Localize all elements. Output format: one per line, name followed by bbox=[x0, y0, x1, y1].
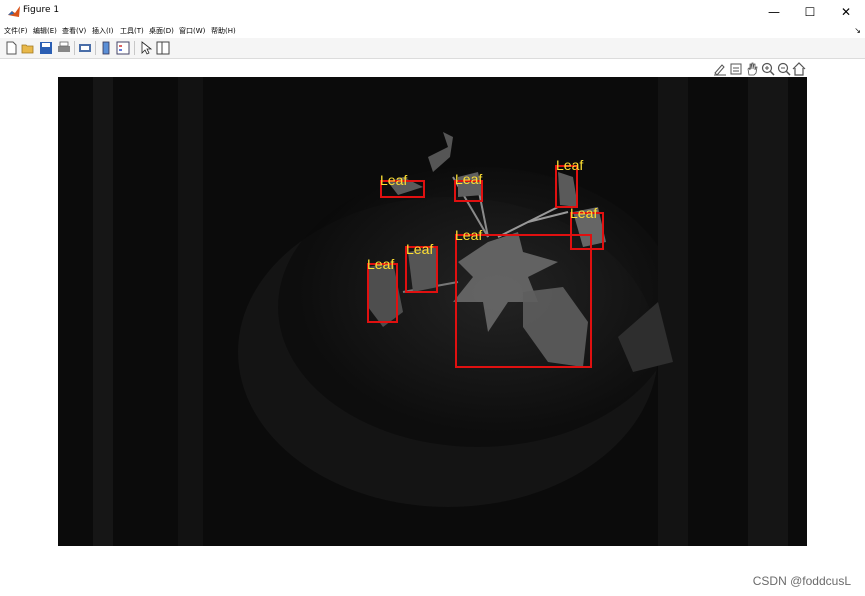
detection-label: Leaf bbox=[367, 256, 395, 272]
home-icon[interactable] bbox=[792, 62, 806, 76]
close-button[interactable]: ✕ bbox=[827, 0, 865, 24]
figure-toolbar bbox=[0, 38, 865, 59]
toolbar-separator bbox=[74, 41, 75, 55]
detection-label: Leaf bbox=[406, 241, 434, 257]
zoom-in-icon[interactable] bbox=[761, 62, 775, 76]
zoom-out-icon[interactable] bbox=[777, 62, 791, 76]
new-figure-icon[interactable] bbox=[4, 41, 18, 55]
detection-label: Leaf bbox=[556, 157, 584, 173]
open-file-icon[interactable] bbox=[21, 41, 35, 55]
menu-view[interactable]: 查看(V) bbox=[62, 26, 86, 36]
detection-label: Leaf bbox=[570, 205, 598, 221]
menu-edit[interactable]: 编辑(E) bbox=[33, 26, 57, 36]
menu-insert[interactable]: 插入(I) bbox=[92, 26, 114, 36]
pan-icon[interactable] bbox=[745, 62, 759, 76]
detection-box bbox=[455, 234, 592, 368]
save-icon[interactable] bbox=[39, 41, 53, 55]
toolbar-separator bbox=[95, 41, 96, 55]
maximize-button[interactable]: ☐ bbox=[791, 0, 829, 24]
menu-overflow-icon[interactable]: ↘ bbox=[854, 26, 861, 35]
watermark: CSDN @foddcusL bbox=[752, 574, 851, 588]
property-editor-icon[interactable] bbox=[156, 41, 170, 55]
minimize-button[interactable]: — bbox=[755, 0, 793, 24]
detection-label: Leaf bbox=[455, 171, 483, 187]
menu-file[interactable]: 文件(F) bbox=[4, 26, 28, 36]
detection-label: Leaf bbox=[380, 172, 408, 188]
brush-icon[interactable] bbox=[713, 62, 727, 76]
print-icon[interactable] bbox=[57, 41, 71, 55]
pointer-icon[interactable] bbox=[139, 41, 153, 55]
data-tips-icon[interactable] bbox=[729, 62, 743, 76]
menu-window[interactable]: 窗口(W) bbox=[179, 26, 205, 36]
menu-tools[interactable]: 工具(T) bbox=[120, 26, 144, 36]
title-bar: Figure 1 — ☐ ✕ bbox=[0, 0, 865, 25]
toolbar-separator bbox=[134, 41, 135, 55]
legend-icon[interactable] bbox=[116, 41, 130, 55]
menu-help[interactable]: 帮助(H) bbox=[211, 26, 236, 36]
colorbar-icon[interactable] bbox=[99, 41, 113, 55]
window-title: Figure 1 bbox=[23, 5, 60, 15]
detection-box bbox=[367, 263, 398, 323]
menu-bar: 文件(F) 编辑(E) 查看(V) 插入(I) 工具(T) 桌面(D) 窗口(W… bbox=[0, 24, 865, 38]
menu-desktop[interactable]: 桌面(D) bbox=[149, 26, 174, 36]
print-preview-icon[interactable] bbox=[78, 41, 92, 55]
plant-image bbox=[58, 77, 807, 546]
image-axes[interactable]: Leaf Leaf Leaf Leaf Leaf Leaf Leaf bbox=[58, 77, 807, 546]
detection-label: Leaf bbox=[455, 227, 483, 243]
matlab-icon bbox=[7, 5, 21, 19]
